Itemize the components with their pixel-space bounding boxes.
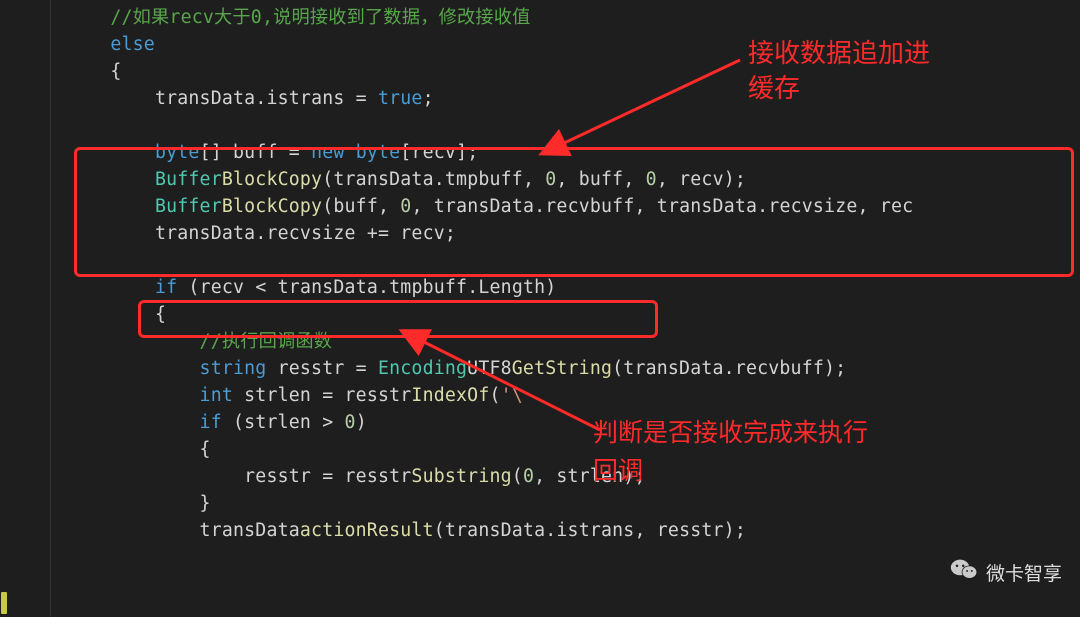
wechat-icon [950, 557, 978, 587]
code-block: //如果recv大于0,说明接收到了数据，修改接收值 else { transD… [0, 0, 1080, 544]
code-editor: //如果recv大于0,说明接收到了数据，修改接收值 else { transD… [0, 0, 1080, 617]
wechat-badge: 微卡智享 [950, 557, 1062, 587]
badge-text: 微卡智享 [986, 559, 1062, 586]
editor-gutter [0, 0, 51, 617]
code-comment: //如果recv大于0,说明接收到了数据，修改接收值 [110, 7, 530, 28]
keyword-else: else [110, 34, 155, 55]
code-comment: //执行回调函数 [200, 331, 333, 352]
